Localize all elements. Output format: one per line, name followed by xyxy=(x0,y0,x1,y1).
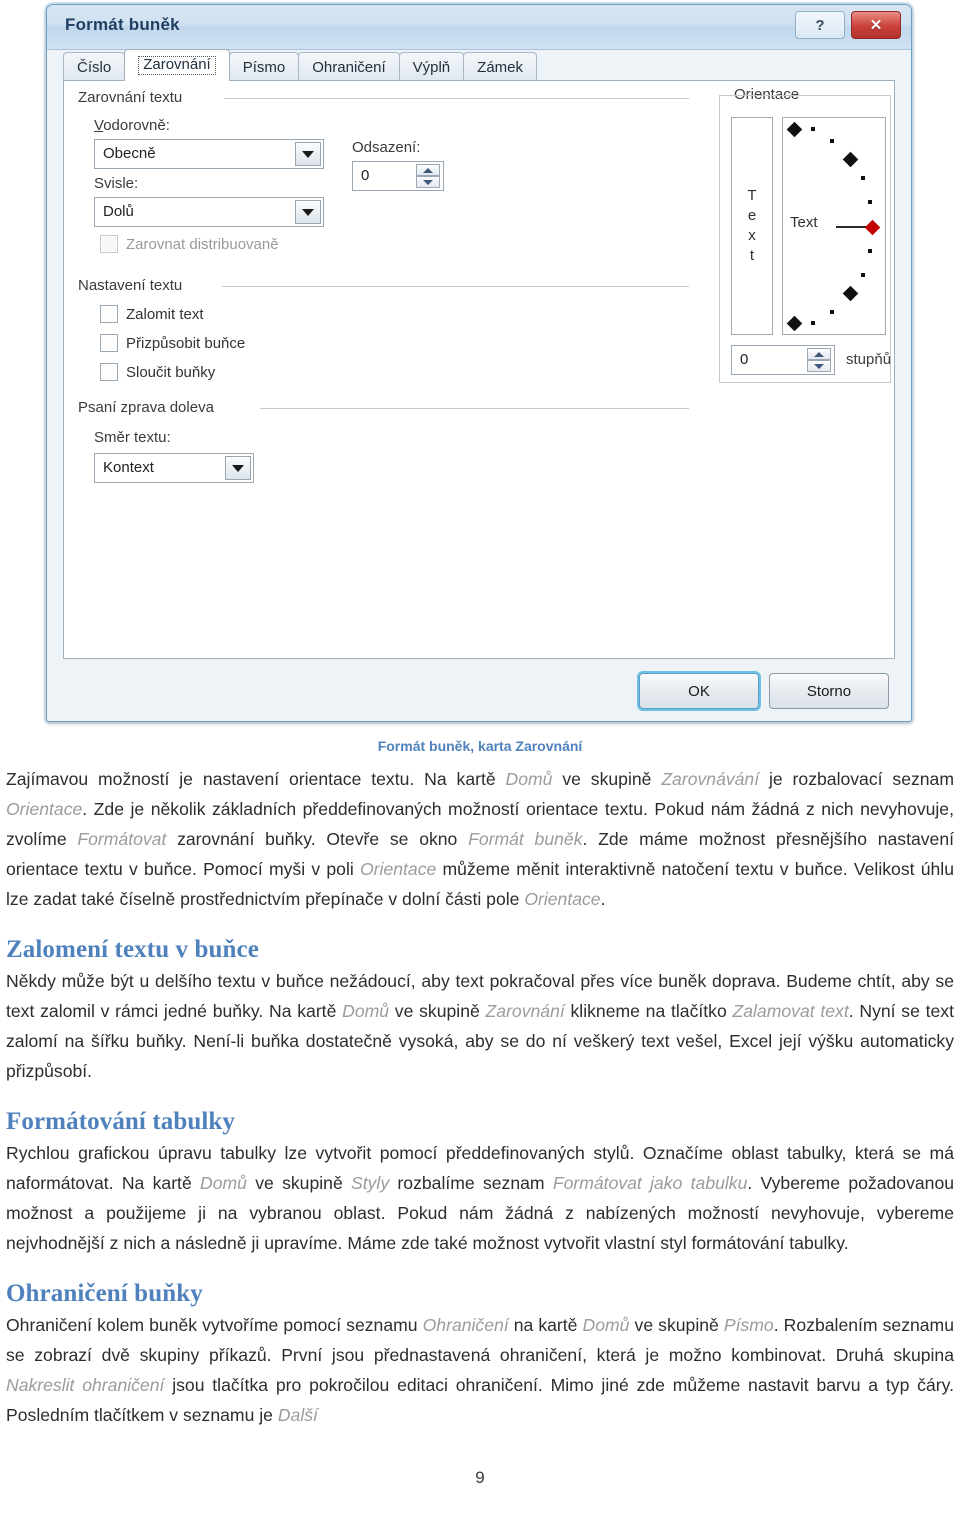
dial-dot[interactable] xyxy=(861,273,865,277)
paragraph-cell-borders: Ohraničení kolem buněk vytvoříme pomocí … xyxy=(6,1315,955,1425)
checkbox-box xyxy=(100,363,118,381)
cancel-button[interactable]: Storno xyxy=(769,673,889,709)
tab-pismo[interactable]: Písmo xyxy=(228,52,300,81)
format-cells-dialog: Formát buněk ? ✕ Číslo Zarovnání Písmo O… xyxy=(46,4,912,722)
tab-label: Ohraničení xyxy=(312,58,386,76)
heading-cell-borders: Ohraničení buňky xyxy=(6,1280,203,1307)
tab-label: Zarovnání xyxy=(138,56,216,75)
chevron-down-icon[interactable] xyxy=(295,200,321,224)
checkbox-label: Přizpůsobit buňce xyxy=(126,334,246,352)
stepper-buttons[interactable] xyxy=(416,164,440,188)
label-horizontal: Vodorovně: xyxy=(94,117,176,134)
tab-zamek[interactable]: Zámek xyxy=(463,52,537,81)
heading-wrap-text: Zalomení textu v buňce xyxy=(6,936,259,963)
tab-label: Písmo xyxy=(242,58,286,76)
tab-zarovnani[interactable]: Zarovnání xyxy=(124,49,230,81)
dial-dot[interactable] xyxy=(861,176,865,180)
horizontal-alignment-value: Obecně xyxy=(103,145,156,162)
label-vertical: Svisle: xyxy=(94,175,145,192)
chevron-down-icon[interactable] xyxy=(225,456,251,480)
heading-table-format: Formátování tabulky xyxy=(6,1108,235,1135)
checkbox-box xyxy=(100,235,118,253)
label-text-direction: Směr textu: xyxy=(94,429,177,446)
degrees-stepper[interactable]: 0 xyxy=(731,345,835,375)
figure-caption: Formát buněk, karta Zarovnání xyxy=(377,738,583,754)
tab-strip: Číslo Zarovnání Písmo Ohraničení Výplň Z… xyxy=(47,49,911,81)
checkbox-merge-cells[interactable]: Sloučit buňky xyxy=(100,363,215,381)
degrees-label: stupňů xyxy=(846,351,892,368)
group-label-text-settings: Nastavení textu xyxy=(78,277,189,294)
dial-dot[interactable] xyxy=(811,321,815,325)
dial-marker-0[interactable] xyxy=(864,219,881,236)
group-rule xyxy=(224,98,689,99)
group-label-rtl: Psaní zprava doleva xyxy=(78,399,220,416)
stepper-buttons[interactable] xyxy=(807,348,831,372)
paragraph-table-format: Rychlou grafickou úpravu tabulky lze vyt… xyxy=(6,1143,955,1253)
paragraph-orientation: Zajímavou možností je nastavení orientac… xyxy=(6,769,955,909)
checkbox-distributed[interactable]: Zarovnat distribuovaně xyxy=(100,235,279,253)
vertical-text-letter: t xyxy=(749,247,755,265)
dialog-frame: Formát buněk ? ✕ Číslo Zarovnání Písmo O… xyxy=(46,4,912,722)
tab-label: Výplň xyxy=(412,58,451,76)
dial-dot[interactable] xyxy=(830,139,834,143)
stepper-up-icon[interactable] xyxy=(807,348,831,360)
group-label-text-alignment: Zarovnání textu xyxy=(78,89,189,106)
dial-dot[interactable] xyxy=(830,310,834,314)
vertical-alignment-value: Dolů xyxy=(103,203,134,220)
checkbox-label: Zalomit text xyxy=(126,305,204,323)
dial-dot[interactable] xyxy=(868,249,872,253)
vertical-text-letter: e xyxy=(747,206,757,224)
tab-ohraniceni[interactable]: Ohraničení xyxy=(298,52,400,81)
text-direction-value: Kontext xyxy=(103,459,154,476)
checkbox-box xyxy=(100,334,118,352)
ok-button[interactable]: OK xyxy=(639,673,759,709)
help-icon[interactable]: ? xyxy=(795,11,845,39)
checkbox-label: Sloučit buňky xyxy=(126,363,216,381)
group-rule xyxy=(222,286,689,287)
dialog-titlebar[interactable]: Formát buněk ? ✕ xyxy=(47,5,911,50)
document-content: Zajímavou možností je nastavení orientac… xyxy=(6,764,954,1430)
indent-value: 0 xyxy=(361,167,370,184)
dial-marker-45[interactable] xyxy=(842,151,859,168)
dial-text-label: Text xyxy=(790,214,818,231)
checkbox-shrink-to-fit[interactable]: Přizpůsobit buňce xyxy=(100,334,245,352)
checkbox-wrap-text[interactable]: Zalomit text xyxy=(100,305,204,323)
vertical-text-preview[interactable]: T e x t xyxy=(731,117,773,335)
horizontal-alignment-select[interactable]: Obecně xyxy=(94,139,324,169)
checkbox-box xyxy=(100,305,118,323)
degrees-value: 0 xyxy=(740,351,749,368)
dial-dot[interactable] xyxy=(811,127,815,131)
stepper-down-icon[interactable] xyxy=(416,176,440,188)
indent-stepper[interactable]: 0 xyxy=(352,161,444,191)
page-number: 9 xyxy=(475,1468,485,1487)
vertical-text-letter: x xyxy=(748,227,756,244)
dialog-title: Formát buněk xyxy=(65,15,180,34)
dial-marker-minus90[interactable] xyxy=(786,315,803,332)
dial-marker-minus45[interactable] xyxy=(842,285,859,302)
tab-cislo[interactable]: Číslo xyxy=(63,52,126,81)
checkbox-label: Zarovnat distribuovaně xyxy=(126,235,279,253)
window-buttons: ? ✕ xyxy=(795,11,901,39)
dialog-footer: OK Storno xyxy=(47,661,911,721)
group-rule xyxy=(260,408,689,409)
tab-vypln[interactable]: Výplň xyxy=(398,52,465,81)
dial-dot[interactable] xyxy=(868,200,872,204)
vertical-text-letter: T xyxy=(747,186,757,204)
vertical-alignment-select[interactable]: Dolů xyxy=(94,197,324,227)
tab-label: Číslo xyxy=(77,58,112,76)
tab-label: Zámek xyxy=(477,58,523,76)
alignment-panel: Zarovnání textu Vodorovně: Obecně Svisle… xyxy=(63,80,895,659)
stepper-down-icon[interactable] xyxy=(807,360,831,372)
stepper-up-icon[interactable] xyxy=(416,164,440,176)
paragraph-wrap-text: Někdy může být u delšího textu v buňce n… xyxy=(6,971,954,1081)
close-icon[interactable]: ✕ xyxy=(851,11,901,39)
label-indent: Odsazení: xyxy=(352,139,427,156)
chevron-down-icon[interactable] xyxy=(295,142,321,166)
text-direction-select[interactable]: Kontext xyxy=(94,453,254,483)
dial-marker-90[interactable] xyxy=(786,121,803,138)
orientation-dial[interactable]: Text xyxy=(782,117,886,335)
